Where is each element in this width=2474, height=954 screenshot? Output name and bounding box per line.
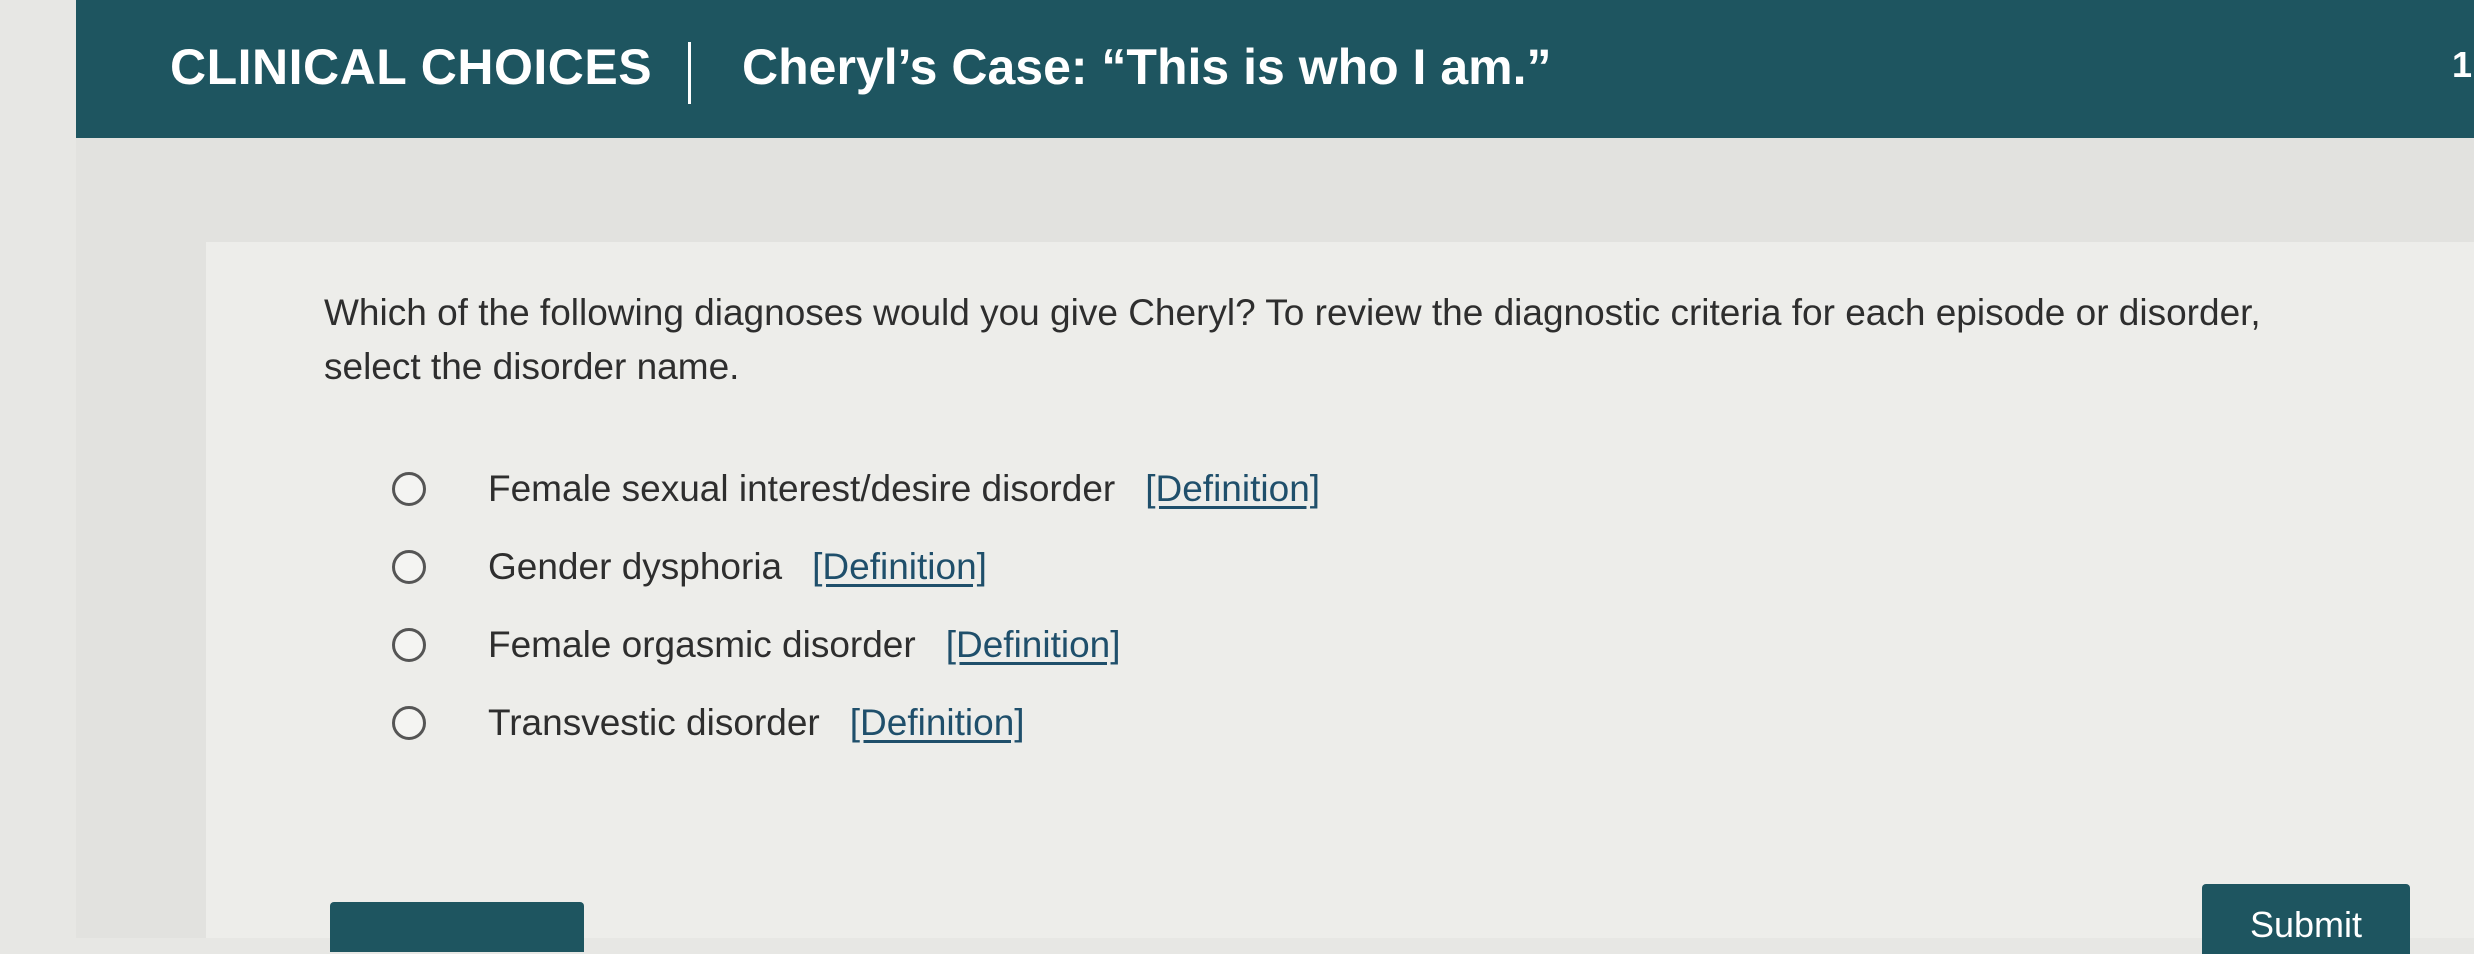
- definition-link[interactable]: [Definition]: [946, 624, 1121, 666]
- brand-title: CLINICAL CHOICES: [170, 39, 653, 95]
- radio-button[interactable]: [392, 550, 426, 584]
- radio-button[interactable]: [392, 706, 426, 740]
- option-female-sexual-interest[interactable]: Female sexual interest/desire disorder […: [392, 450, 1320, 528]
- definition-link[interactable]: [Definition]: [812, 546, 987, 588]
- app-header: CLINICAL CHOICES Cheryl’s Case: “This is…: [76, 0, 2474, 138]
- case-title: Cheryl’s Case: “This is who I am.”: [742, 39, 1552, 95]
- page-number: 1: [2451, 44, 2472, 85]
- header-divider: [688, 42, 691, 104]
- option-label: Female orgasmic disorder: [488, 624, 916, 665]
- question-prompt: Which of the following diagnoses would y…: [324, 292, 2261, 387]
- option-transvestic[interactable]: Transvestic disorder [Definition]: [392, 684, 1320, 762]
- option-gender-dysphoria[interactable]: Gender dysphoria [Definition]: [392, 528, 1320, 606]
- definition-link[interactable]: [Definition]: [1145, 468, 1320, 510]
- hint-button[interactable]: [330, 902, 584, 952]
- option-label: Gender dysphoria: [488, 546, 783, 587]
- radio-button[interactable]: [392, 628, 426, 662]
- option-label: Female sexual interest/desire disorder: [488, 468, 1116, 509]
- definition-link[interactable]: [Definition]: [850, 702, 1025, 744]
- option-label: Transvestic disorder: [488, 702, 820, 743]
- option-female-orgasmic[interactable]: Female orgasmic disorder [Definition]: [392, 606, 1320, 684]
- radio-button[interactable]: [392, 472, 426, 506]
- answer-options: Female sexual interest/desire disorder […: [392, 450, 1320, 762]
- submit-button[interactable]: Submit: [2202, 884, 2410, 954]
